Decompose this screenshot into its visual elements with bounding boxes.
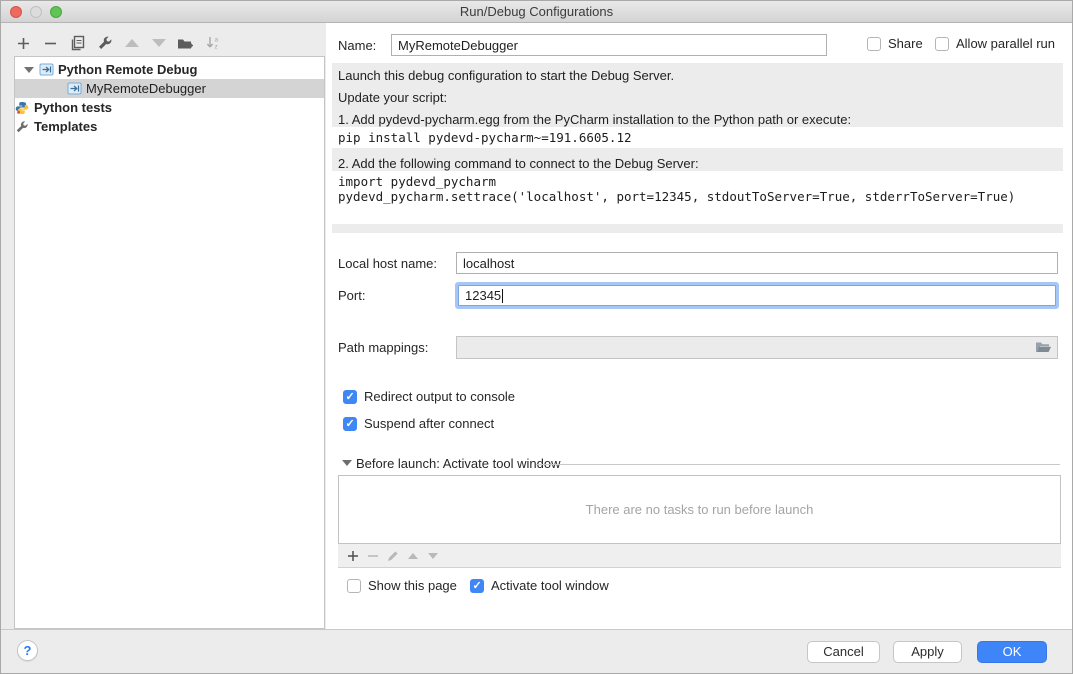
title-bar: Run/Debug Configurations: [1, 1, 1072, 23]
checkbox-icon[interactable]: [867, 37, 881, 51]
checkbox-checked-icon[interactable]: [470, 579, 484, 593]
share-checkbox[interactable]: Share: [867, 36, 923, 51]
text-caret: [502, 289, 503, 303]
pip-install-code: pip install pydevd-pycharm~=191.6605.12: [332, 127, 1063, 148]
before-launch-title: Before launch: Activate tool window: [356, 456, 561, 471]
checkbox-icon[interactable]: [935, 37, 949, 51]
remove-icon: [366, 549, 379, 562]
path-mappings-input[interactable]: [456, 336, 1058, 359]
window-title: Run/Debug Configurations: [1, 4, 1072, 19]
suspend-after-connect-checkbox[interactable]: Suspend after connect: [343, 416, 494, 431]
local-host-name-input[interactable]: [456, 252, 1058, 274]
tree-item-label: Python Remote Debug: [58, 62, 197, 77]
redirect-output-label: Redirect output to console: [364, 389, 515, 404]
empty-tasks-text: There are no tasks to run before launch: [586, 502, 814, 517]
remote-debug-icon: [39, 63, 54, 77]
add-icon[interactable]: [15, 35, 32, 52]
name-input[interactable]: [391, 34, 827, 56]
local-host-name-label: Local host name:: [338, 256, 437, 271]
move-up-icon: [123, 35, 140, 52]
tree-item-python-remote-debug[interactable]: Python Remote Debug: [15, 60, 324, 79]
settrace-code: import pydevd_pycharmpydevd_pycharm.sett…: [332, 171, 1063, 224]
tree-item-myremotedebugger[interactable]: MyRemoteDebugger: [15, 79, 324, 98]
allow-parallel-run-label: Allow parallel run: [956, 36, 1055, 51]
configurations-tree: Python Remote Debug MyRemoteDebugger Pyt…: [14, 56, 325, 629]
svg-text:z: z: [214, 44, 217, 51]
tree-item-python-tests[interactable]: Python tests: [15, 98, 324, 117]
path-mappings-label: Path mappings:: [338, 340, 428, 355]
settrace-code-line2: pydevd_pycharm.settrace('localhost', por…: [338, 189, 1015, 204]
help-button[interactable]: ?: [17, 640, 38, 661]
port-input[interactable]: 12345: [458, 285, 1056, 306]
edit-icon: [386, 549, 399, 562]
configuration-description: Launch this debug configuration to start…: [332, 63, 1063, 233]
checkbox-checked-icon[interactable]: [343, 390, 357, 404]
tree-item-label: MyRemoteDebugger: [86, 81, 206, 96]
tree-item-label: Templates: [34, 119, 97, 134]
add-icon[interactable]: [346, 549, 359, 562]
share-label: Share: [888, 36, 923, 51]
open-folder-icon[interactable]: [1035, 341, 1052, 354]
move-down-icon: [426, 549, 439, 562]
remove-icon[interactable]: [42, 35, 59, 52]
ok-button[interactable]: OK: [977, 641, 1047, 663]
tree-item-label: Python tests: [34, 100, 112, 115]
description-step1: 1. Add pydevd-pycharm.egg from the PyCha…: [338, 112, 851, 127]
chevron-down-icon[interactable]: [24, 67, 34, 73]
apply-button[interactable]: Apply: [893, 641, 962, 663]
configuration-editor: Name: Share Allow parallel run Launch th…: [326, 23, 1073, 631]
sort-alpha-icon: az: [204, 35, 221, 52]
edit-defaults-icon[interactable]: [96, 35, 113, 52]
checkbox-checked-icon[interactable]: [343, 417, 357, 431]
configurations-toolbar: az: [15, 33, 221, 53]
description-step2: 2. Add the following command to connect …: [338, 156, 699, 171]
section-separator: [536, 464, 1060, 465]
checkbox-icon[interactable]: [347, 579, 361, 593]
remote-debug-icon: [67, 82, 82, 96]
new-folder-icon[interactable]: [177, 35, 194, 52]
show-this-page-checkbox[interactable]: Show this page: [347, 578, 457, 593]
before-launch-task-list[interactable]: There are no tasks to run before launch: [338, 475, 1061, 544]
activate-tool-window-label: Activate tool window: [491, 578, 609, 593]
port-label: Port:: [338, 288, 365, 303]
dialog-footer: ? Cancel Apply OK: [1, 629, 1072, 673]
task-list-toolbar: [338, 544, 1061, 568]
move-down-icon: [150, 35, 167, 52]
port-value: 12345: [465, 288, 501, 303]
python-icon: [15, 101, 30, 115]
svg-text:a: a: [214, 37, 218, 44]
tree-item-templates[interactable]: Templates: [15, 117, 324, 136]
redirect-output-checkbox[interactable]: Redirect output to console: [343, 389, 515, 404]
run-debug-configurations-dialog: Run/Debug Configurations az: [0, 0, 1073, 674]
cancel-button[interactable]: Cancel: [807, 641, 880, 663]
collapse-triangle-icon[interactable]: [342, 460, 352, 466]
activate-tool-window-checkbox[interactable]: Activate tool window: [470, 578, 609, 593]
name-label: Name:: [338, 38, 376, 53]
wrench-icon: [15, 120, 30, 134]
description-update: Update your script:: [338, 90, 447, 105]
suspend-after-connect-label: Suspend after connect: [364, 416, 494, 431]
description-intro: Launch this debug configuration to start…: [338, 68, 674, 83]
allow-parallel-run-checkbox[interactable]: Allow parallel run: [935, 36, 1055, 51]
show-this-page-label: Show this page: [368, 578, 457, 593]
settrace-code-line1: import pydevd_pycharm: [338, 174, 496, 189]
copy-icon[interactable]: [69, 35, 86, 52]
move-up-icon: [406, 549, 419, 562]
